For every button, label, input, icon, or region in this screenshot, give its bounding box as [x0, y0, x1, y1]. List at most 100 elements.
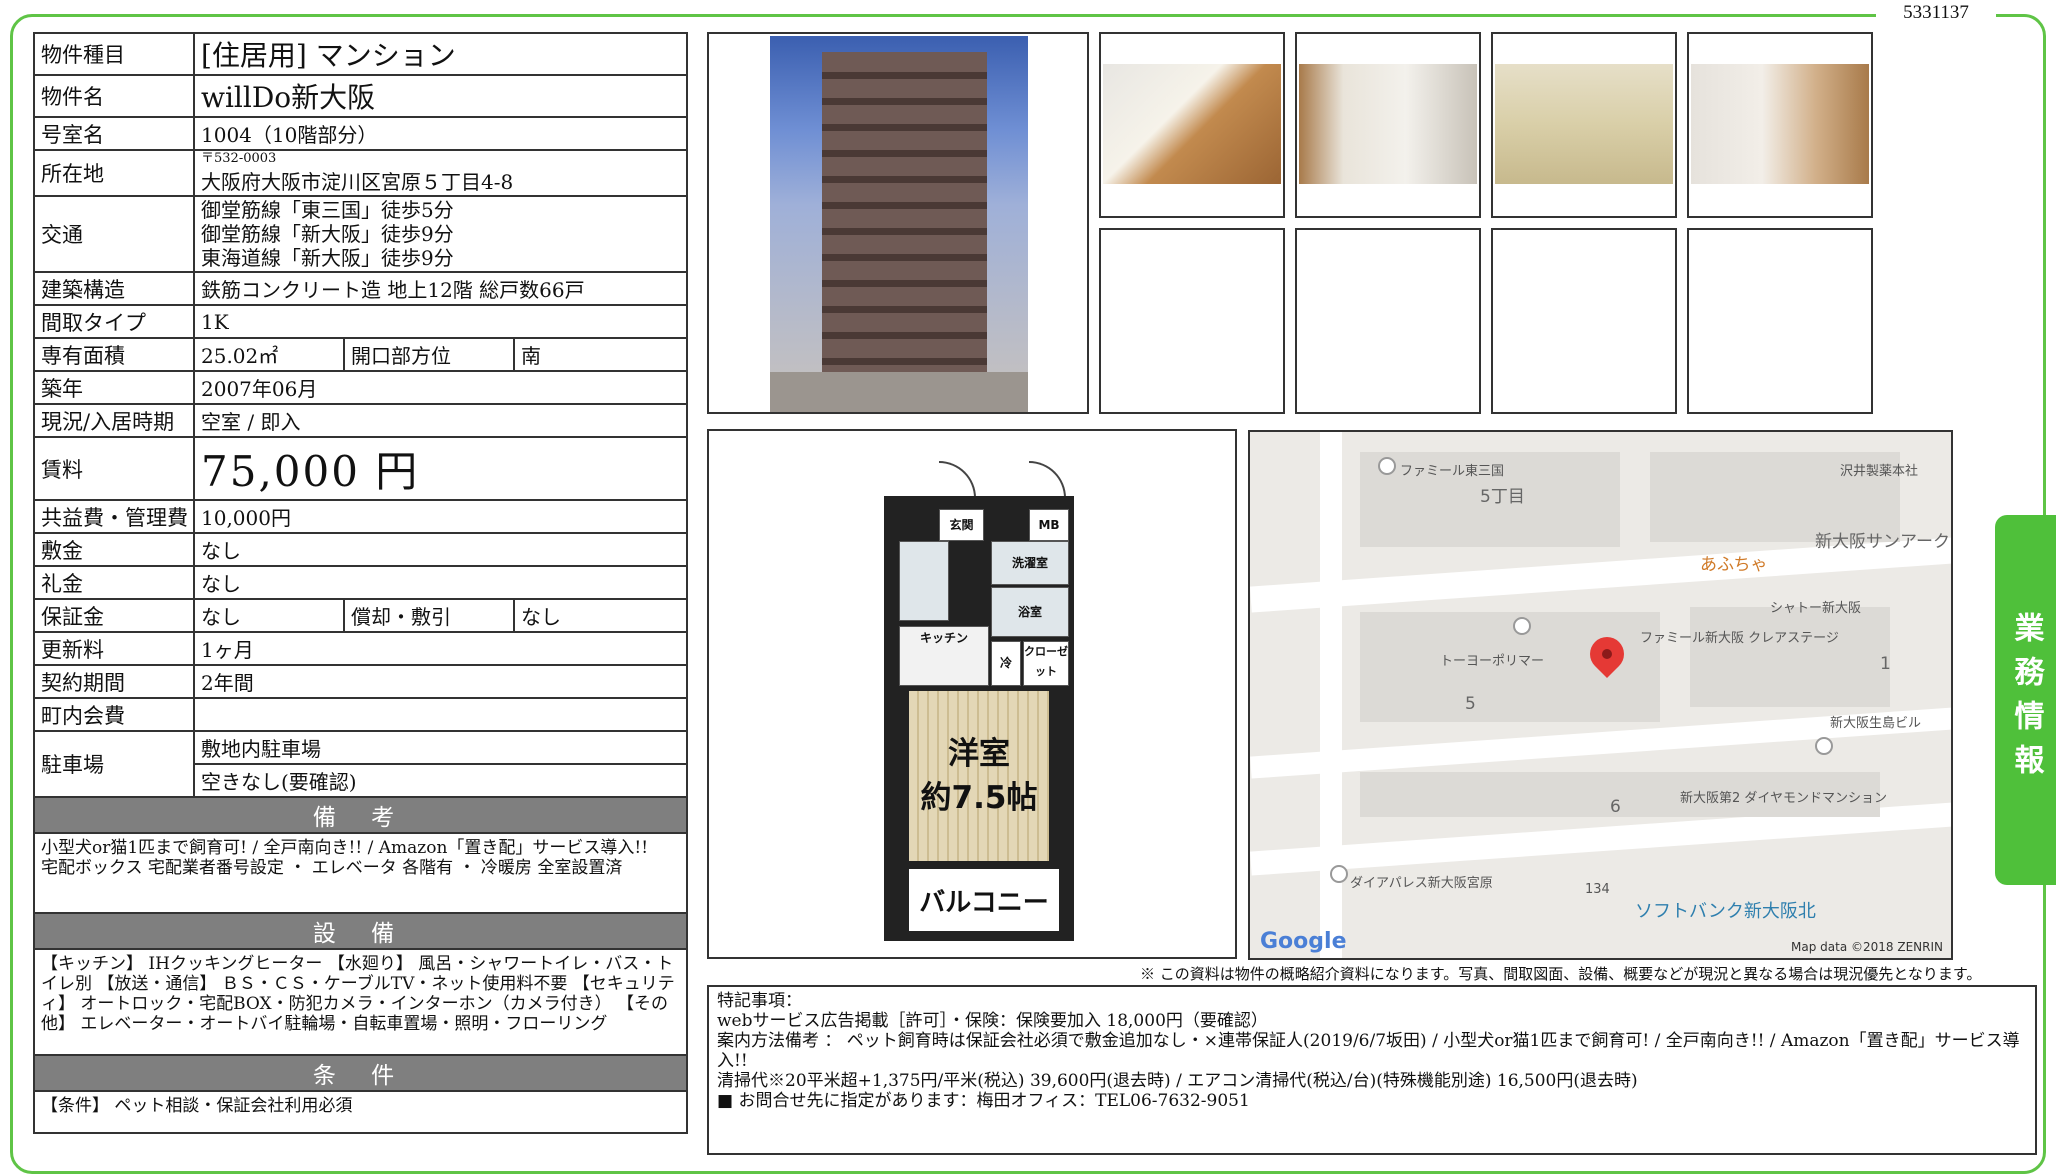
- mb-door: [1029, 461, 1066, 498]
- photo-thumb-empty: [1295, 228, 1481, 414]
- photo-thumb-empty: [1099, 228, 1285, 414]
- equipment-header: 設 備: [32, 912, 689, 950]
- status-value: 空室 / 即入: [192, 403, 689, 438]
- building-image: [770, 36, 1028, 412]
- layout-label: 間取タイプ: [33, 304, 195, 339]
- map-label: 134: [1585, 882, 1610, 897]
- special-notes: 特記事項： webサービス広告掲載［許可］・保険：保険要加入 18,000円（要…: [707, 985, 2037, 1155]
- building-photo[interactable]: [707, 32, 1089, 414]
- type-label: 物件種目: [33, 32, 195, 76]
- amortization-label: 償却・敷引: [343, 598, 515, 633]
- map-label: 6: [1610, 797, 1621, 817]
- document-number: 5331137: [1876, 2, 1996, 24]
- photo-thumb-empty: [1687, 228, 1873, 414]
- address-label: 所在地: [33, 149, 195, 197]
- room-size: 約7.5帖: [920, 780, 1038, 816]
- postal-code: 〒532-0003: [201, 150, 277, 166]
- fee-label: 共益費・管理費: [33, 499, 195, 534]
- special-notes-line: webサービス広告掲載［許可］・保険：保険要加入 18,000円（要確認）: [717, 1011, 1268, 1031]
- room-label: 洋室: [948, 736, 1010, 772]
- special-notes-line: 案内方法備考 ： ペット飼育時は保証会社必須で敷金追加なし・×連帯保証人(201…: [717, 1031, 2020, 1071]
- map-label: 新大阪サンアーク センタービル: [1815, 532, 1951, 552]
- type-value: [住居用] マンション: [192, 32, 689, 76]
- map-poi-marker: [1330, 865, 1348, 883]
- conditions-header: 条 件: [32, 1054, 689, 1092]
- area-label: 専有面積: [33, 337, 195, 372]
- contract-value: 2年間: [192, 664, 689, 699]
- area-value: 25.02㎡: [193, 337, 345, 372]
- disclaimer: ※ この資料は物件の概略紹介資料になります。写真、間取図面、設備、概要などが現況…: [1140, 965, 1982, 983]
- building-facade: [822, 52, 987, 398]
- kitchen-area: キッチン: [899, 626, 989, 686]
- structure-label: 建築構造: [33, 271, 195, 306]
- map-label: ダイアパレス新大阪宮原: [1350, 876, 1493, 891]
- built-label: 築年: [33, 370, 195, 405]
- location-map[interactable]: ファミール東三国 5丁目 沢井製薬本社 新大阪サンアーク センタービル あふちゃ…: [1248, 430, 1953, 960]
- remarks-line: 宅配ボックス 宅配業者番号設定 ・ エレベータ 各階有 ・ 冷暖房 全室設置済: [41, 858, 623, 878]
- parking-availability: 空きなし(要確認): [192, 763, 689, 798]
- name-label: 物件名: [33, 74, 195, 118]
- map-label: 1: [1880, 654, 1891, 674]
- remarks-line: 小型犬or猫1匹まで飼育可! / 全戸南向き!! / Amazon「置き配」サー…: [41, 838, 649, 858]
- map-label: あふちゃ: [1700, 555, 1768, 575]
- map-label: 新大阪第2 ダイヤモンドマンション: [1680, 791, 1888, 806]
- address-value: 大阪府大阪市淀川区宮原５丁目4-8: [201, 169, 514, 194]
- built-value: 2007年06月: [192, 370, 689, 405]
- deposit-value: なし: [192, 532, 689, 567]
- key-money-value: なし: [192, 565, 689, 600]
- map-label: 5丁目: [1480, 487, 1525, 507]
- room-label: 号室名: [33, 116, 195, 151]
- side-tab-business-info[interactable]: 業務情報: [1995, 515, 2056, 885]
- map-poi-marker: [1815, 737, 1833, 755]
- street: [770, 372, 1028, 412]
- special-notes-line: ■ お問合せ先に指定があります：梅田オフィス：TEL06-7632-9051: [717, 1091, 1250, 1111]
- rent-label: 賃料: [33, 436, 195, 501]
- parking-label: 駐車場: [33, 730, 195, 798]
- western-room: 洋室 約7.5帖: [909, 691, 1049, 861]
- renewal-value: 1ヶ月: [192, 631, 689, 666]
- access-label: 交通: [33, 195, 195, 273]
- access-line: 御堂筋線「新大阪」徒歩9分: [201, 222, 454, 246]
- key-money-label: 礼金: [33, 565, 195, 600]
- layout-value: 1K: [192, 304, 689, 339]
- mb-area: MB: [1029, 509, 1069, 541]
- floor-plan[interactable]: 玄関 MB 洗濯室 浴室 キッチン 冷 クローゼット 洋室 約7.5帖 バルコニ…: [707, 429, 1237, 959]
- opening-label: 開口部方位: [343, 337, 515, 372]
- special-notes-title: 特記事項：: [717, 991, 802, 1011]
- map-label: シャトー新大阪: [1770, 601, 1862, 616]
- map-label: トーヨーポリマー: [1440, 654, 1545, 669]
- bath-area: 浴室: [991, 587, 1069, 637]
- equipment-body: 【キッチン】 IHクッキングヒーター 【水廻り】 風呂・シャワートイレ・バス・ト…: [32, 948, 689, 1056]
- status-label: 現況/入居時期: [33, 403, 195, 438]
- amortization-value: なし: [512, 598, 689, 633]
- access-line: 御堂筋線「東三国」徒歩5分: [201, 198, 454, 222]
- map-label: ファミール東三国: [1400, 464, 1505, 479]
- contract-label: 契約期間: [33, 664, 195, 699]
- remarks-body: 小型犬or猫1匹まで飼育可! / 全戸南向き!! / Amazon「置き配」サー…: [32, 832, 689, 914]
- community-fee-label: 町内会費: [33, 697, 195, 732]
- access-cell: 御堂筋線「東三国」徒歩5分 御堂筋線「新大阪」徒歩9分 東海道線「新大阪」徒歩9…: [192, 195, 689, 273]
- room-value: 1004（10階部分）: [192, 116, 689, 151]
- entrance-door: [939, 461, 976, 498]
- closet-area: クローゼット: [1023, 641, 1069, 686]
- deposit-label: 敷金: [33, 532, 195, 567]
- map-poi-marker: [1378, 457, 1396, 475]
- community-fee-value: [192, 697, 689, 732]
- photo-thumb-room[interactable]: [1099, 32, 1285, 218]
- property-table: 物件種目 [住居用] マンション 物件名 willDo新大阪 号室名 1004（…: [32, 32, 689, 1134]
- parking-value: 敷地内駐車場: [192, 730, 689, 765]
- photo-thumb-closet[interactable]: [1687, 32, 1873, 218]
- toilet-area: [899, 541, 949, 621]
- rent-value: 75,000 円: [192, 436, 689, 501]
- balcony: バルコニー: [909, 869, 1059, 931]
- map-poi-marker: [1513, 617, 1531, 635]
- washroom-area: 洗濯室: [991, 541, 1069, 585]
- access-line: 東海道線「新大阪」徒歩9分: [201, 246, 454, 270]
- name-value: willDo新大阪: [192, 74, 689, 118]
- address-cell: 〒532-0003 大阪府大阪市淀川区宮原５丁目4-8: [192, 149, 689, 197]
- photo-thumb-kitchen[interactable]: [1295, 32, 1481, 218]
- fee-value: 10,000円: [192, 499, 689, 534]
- map-label: ファミール新大阪 クレアステージ: [1640, 631, 1839, 646]
- structure-value: 鉄筋コンクリート造 地上12階 総戸数66戸: [192, 271, 689, 306]
- photo-thumb-bath[interactable]: [1491, 32, 1677, 218]
